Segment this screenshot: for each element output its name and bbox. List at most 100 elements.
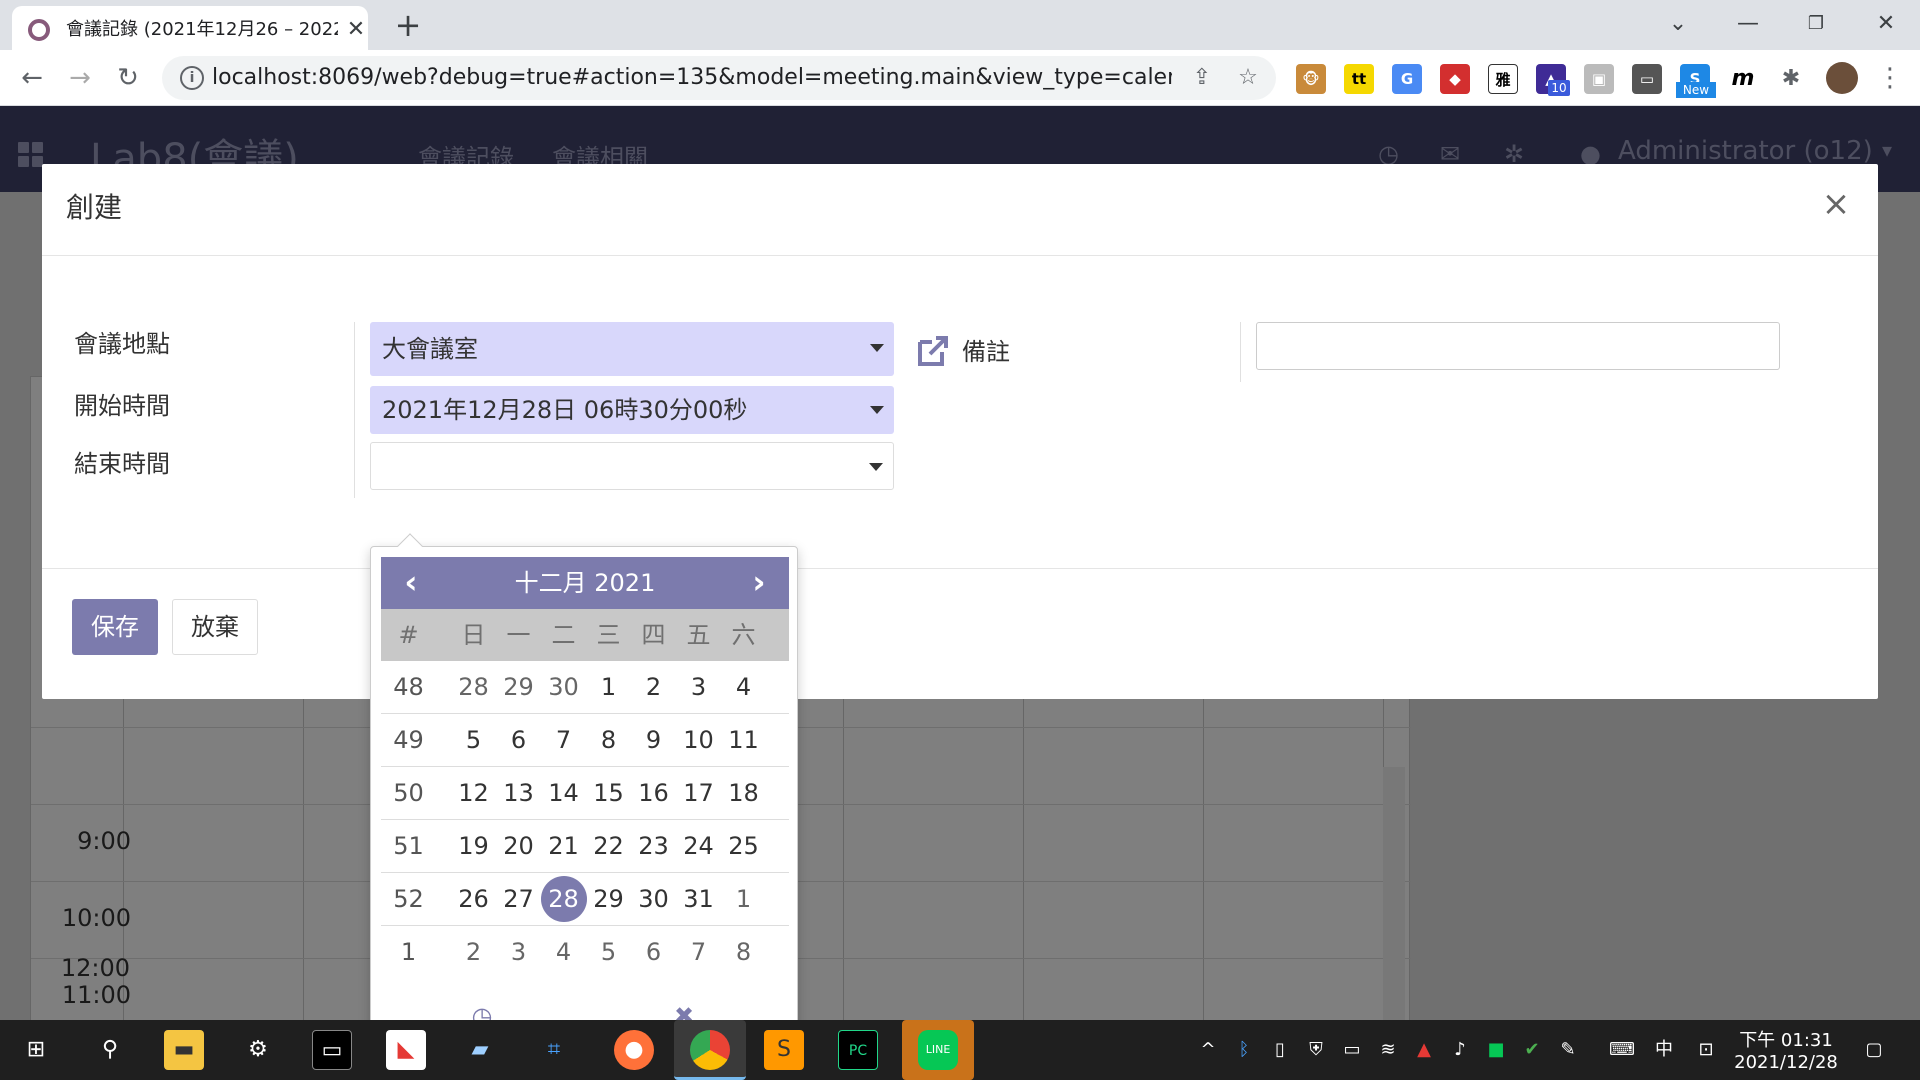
url-text[interactable]: localhost:8069/web?debug=true#action=135… [212,56,1172,100]
browser-menu-icon[interactable]: ⋮ [1872,60,1908,96]
location-dropdown-caret-icon[interactable] [870,344,884,352]
tampermonkey-extension-icon[interactable]: 🐵 [1296,64,1326,94]
day-cell[interactable]: 22 [586,820,631,872]
windows-start-icon[interactable]: ⊞ [16,1030,56,1070]
end-time-input[interactable] [370,442,894,490]
forward-button[interactable]: → [62,60,98,96]
battery-icon[interactable]: ▭ [1340,1038,1364,1062]
day-cell[interactable]: 1 [586,661,631,713]
security-shield-icon[interactable]: ⛨ [1304,1038,1328,1062]
prev-month-button[interactable]: ‹ [381,557,441,609]
day-cell[interactable]: 23 [631,820,676,872]
day-cell[interactable]: 26 [451,873,496,925]
tray-overflow-icon[interactable]: ^ [1196,1038,1220,1062]
line-tray-icon[interactable]: ■ [1484,1038,1508,1062]
day-cell[interactable]: 1 [721,873,766,925]
bookmark-star-icon[interactable]: ☆ [1232,62,1264,94]
red-app-icon[interactable]: ◣ [386,1030,426,1070]
month-year-label[interactable]: 十二月 2021 [441,557,729,609]
restore-button[interactable]: ❐ [1796,6,1836,42]
day-cell[interactable]: 25 [721,820,766,872]
network-app-icon[interactable]: ⌗ [534,1030,574,1070]
day-cell[interactable]: 19 [451,820,496,872]
day-cell[interactable]: 28 [451,661,496,713]
day-cell[interactable]: 6 [631,926,676,978]
day-cell[interactable]: 5 [586,926,631,978]
tray-red-icon[interactable]: ▲ [1412,1038,1436,1062]
notepad-icon[interactable]: ▰ [460,1030,500,1070]
volume-icon[interactable]: ♪ [1448,1038,1472,1062]
day-cell[interactable]: 21 [541,820,586,872]
settings-gear-icon[interactable]: ⚙ [238,1030,278,1070]
day-cell[interactable]: 2 [631,661,676,713]
day-cell[interactable]: 8 [721,926,766,978]
m-extension-icon[interactable]: m [1728,64,1758,94]
time-picker-clock-icon[interactable]: ◷ [469,1003,495,1020]
save-button[interactable]: 保存 [72,599,158,655]
day-cell[interactable]: 27 [496,873,541,925]
clock-date[interactable]: 2021/12/28 [1726,1052,1846,1073]
profile-avatar[interactable] [1826,62,1858,94]
back-button[interactable]: ← [14,60,50,96]
wifi-icon[interactable]: ≋ [1376,1038,1400,1062]
search-icon[interactable]: ⚲ [90,1030,130,1070]
day-cell[interactable]: 4 [721,661,766,713]
day-cell[interactable]: 15 [586,767,631,819]
clock-time[interactable]: 下午 01:31 [1726,1026,1846,1052]
tab-search-icon[interactable]: ⌄ [1658,6,1698,42]
keyboard-icon[interactable]: ⌨ [1606,1038,1638,1062]
note-input[interactable] [1256,322,1780,370]
check-shield-icon[interactable]: ✔ [1520,1038,1544,1062]
day-cell[interactable]: 4 [541,926,586,978]
day-cell[interactable]: 30 [541,661,586,713]
day-cell[interactable]: 30 [631,873,676,925]
day-cell-selected[interactable]: 28 [541,873,587,925]
translate-extension-icon[interactable]: G [1392,64,1422,94]
dialog-close-icon[interactable]: × [1816,184,1856,224]
day-cell[interactable]: 3 [496,926,541,978]
ime-indicator[interactable]: 中 [1652,1038,1676,1062]
notifications-icon[interactable]: ▢ [1862,1038,1886,1062]
day-cell[interactable]: 8 [586,714,631,766]
day-cell[interactable]: 29 [496,661,541,713]
day-cell[interactable]: 2 [451,926,496,978]
day-cell[interactable]: 13 [496,767,541,819]
minimize-button[interactable]: — [1728,6,1768,42]
day-cell[interactable]: 31 [676,873,721,925]
pen-icon[interactable]: ✎ [1556,1038,1580,1062]
day-cell[interactable]: 9 [631,714,676,766]
file-explorer-icon[interactable]: ▬ [164,1030,204,1070]
day-cell[interactable]: 14 [541,767,586,819]
new-tab-button[interactable]: + [390,8,426,44]
tab-close-icon[interactable]: ✕ [344,16,368,44]
tt-extension-icon[interactable]: tt [1344,64,1374,94]
day-cell[interactable]: 16 [631,767,676,819]
start-time-input[interactable]: 2021年12月28日 06時30分00秒 [370,386,894,434]
day-cell[interactable]: 3 [676,661,721,713]
day-cell[interactable]: 18 [721,767,766,819]
address-bar[interactable]: i localhost:8069/web?debug=true#action=1… [162,56,1276,100]
reload-button[interactable]: ↻ [110,60,146,96]
gray-extension-icon[interactable]: ▣ [1584,64,1614,94]
day-cell[interactable]: 6 [496,714,541,766]
external-link-icon[interactable] [914,332,952,370]
firefox-icon[interactable]: ● [614,1030,654,1070]
day-cell[interactable]: 11 [721,714,766,766]
bluetooth-icon[interactable]: ᛒ [1232,1038,1256,1062]
location-select[interactable]: 大會議室 [370,322,894,376]
close-window-button[interactable]: ✕ [1866,6,1906,42]
day-cell[interactable]: 12 [451,767,496,819]
discard-button[interactable]: 放棄 [172,599,258,655]
site-info-icon[interactable]: i [180,66,204,90]
ime-mode-icon[interactable]: ⊡ [1694,1038,1718,1062]
extensions-puzzle-icon[interactable]: ✱ [1776,64,1806,94]
terminal-icon[interactable]: ▭ [312,1030,352,1070]
tray-app-icon[interactable]: ▯ [1268,1038,1292,1062]
end-time-dropdown-caret-icon[interactable] [869,463,883,471]
next-month-button[interactable]: › [729,557,789,609]
browser-tab[interactable]: 會議記錄 (2021年12月26 – 2022年1月1日) ✕ [12,6,368,50]
day-cell[interactable]: 20 [496,820,541,872]
clear-date-icon[interactable]: ✖ [671,1003,697,1020]
day-cell[interactable]: 7 [676,926,721,978]
pycharm-icon[interactable]: PC [838,1030,878,1070]
